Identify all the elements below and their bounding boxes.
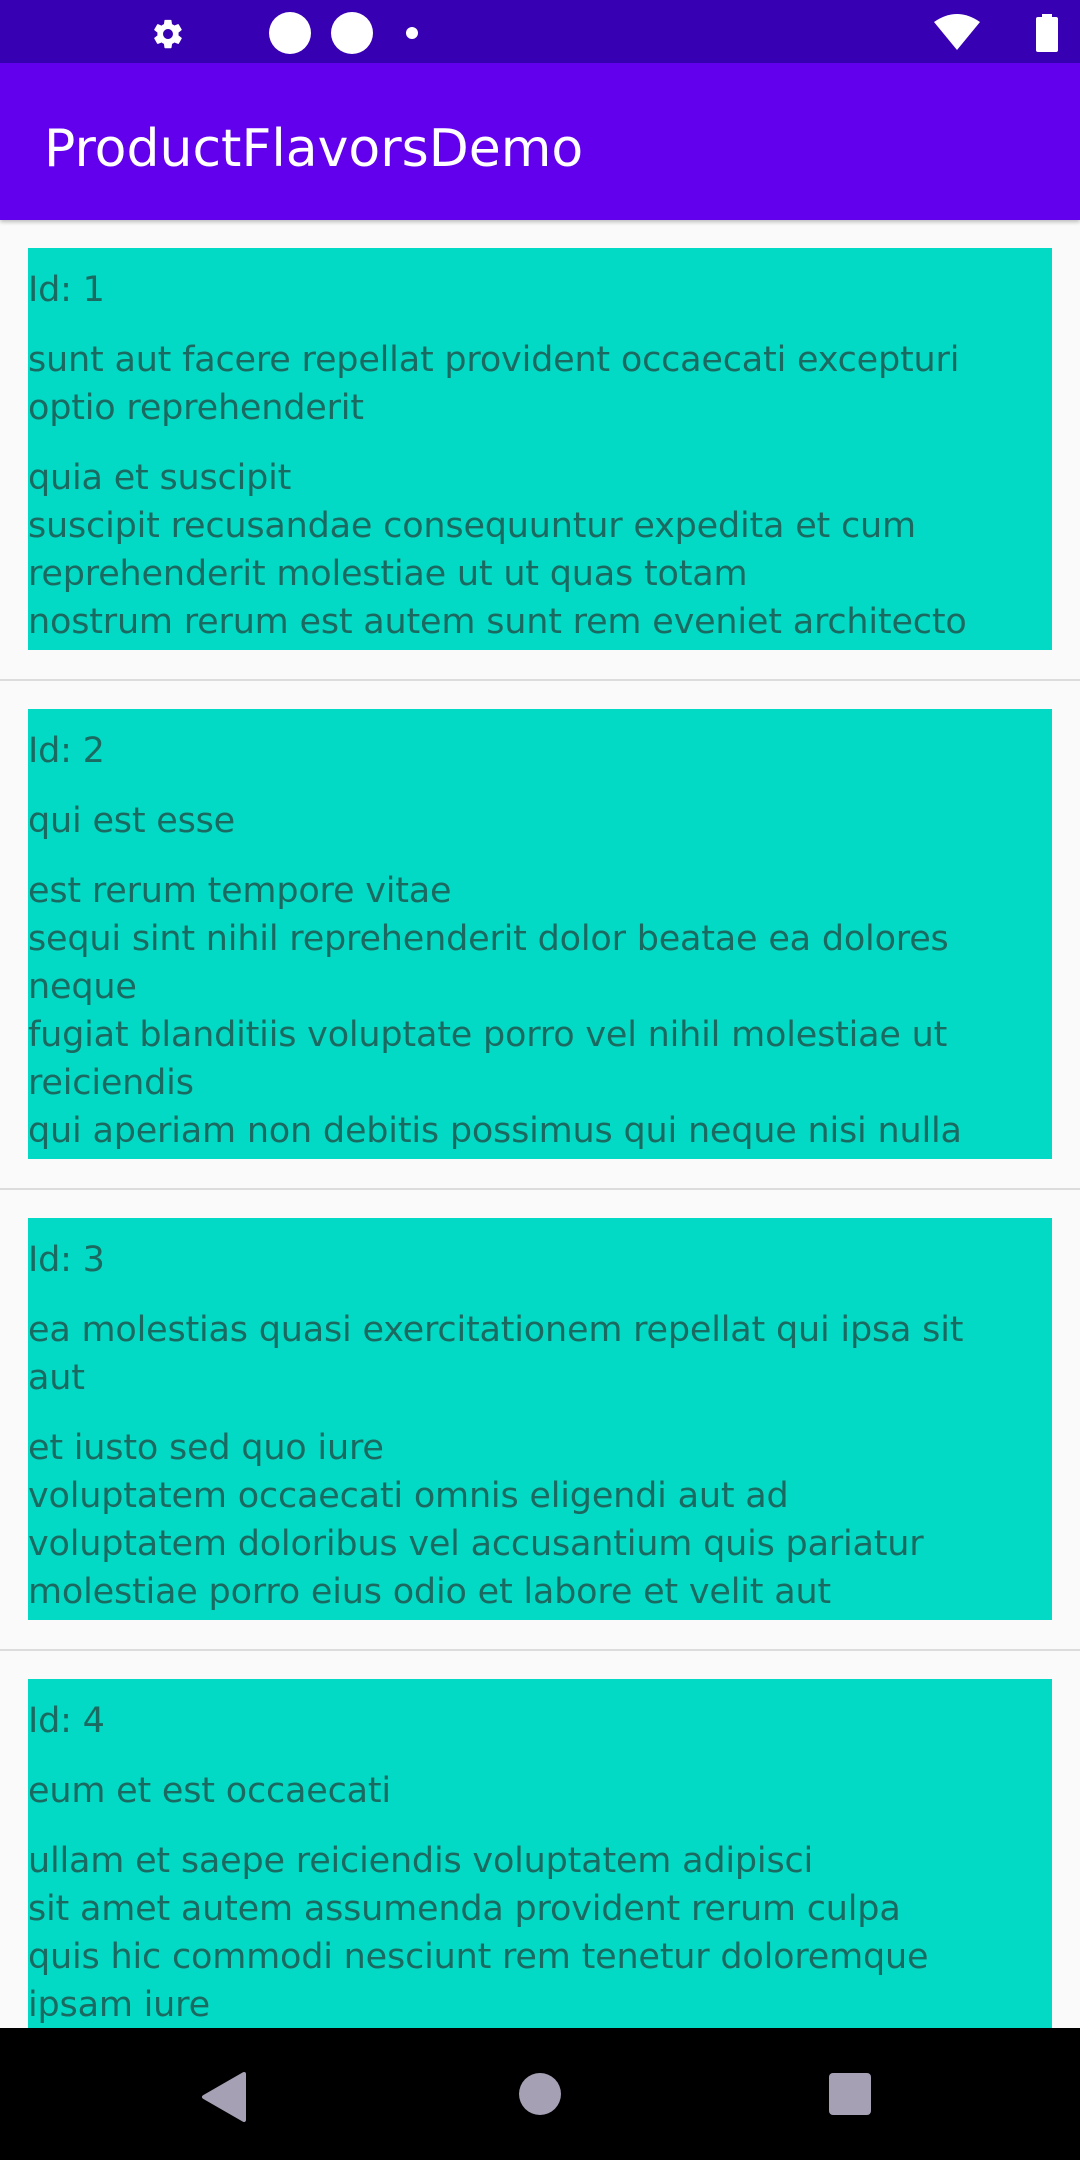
battery-icon: [1036, 14, 1058, 52]
recents-icon[interactable]: [829, 2073, 871, 2115]
list-item[interactable]: Id: 1 sunt aut facere repellat provident…: [0, 220, 1080, 681]
back-icon[interactable]: [200, 2072, 246, 2122]
post-body-line: quia et suscipit: [28, 458, 292, 498]
list-item[interactable]: Id: 2 qui est esse est rerum tempore vit…: [0, 681, 1080, 1190]
post-list[interactable]: Id: 1 sunt aut facere repellat provident…: [0, 220, 1080, 2028]
post-title-line: eum et est occaecati: [28, 1771, 391, 1811]
post-body-line: voluptatem doloribus vel accusantium qui…: [28, 1524, 924, 1564]
post-title-line: optio reprehenderit: [28, 388, 364, 428]
status-bar: [0, 0, 1080, 63]
post-body-line: reiciendis: [28, 1063, 194, 1103]
post-body-line: neque: [28, 967, 137, 1007]
circle-icon: [331, 12, 373, 54]
post-id: Id: 4: [28, 1701, 105, 1741]
app-title: ProductFlavorsDemo: [44, 119, 584, 179]
list-item[interactable]: Id: 4 eum et est occaecati ullam et saep…: [0, 1651, 1080, 2028]
post-body-line: nostrum rerum est autem sunt rem eveniet…: [28, 602, 967, 642]
post-body-line: ullam et saepe reiciendis voluptatem adi…: [28, 1841, 814, 1881]
post-body-line: suscipit recusandae consequuntur expedit…: [28, 506, 916, 546]
post-body-line: reprehenderit molestiae ut ut quas totam: [28, 554, 748, 594]
gear-icon: [154, 19, 182, 49]
post-body-line: sequi sint nihil reprehenderit dolor bea…: [28, 919, 949, 959]
navigation-bar: [0, 2028, 1080, 2160]
post-body-line: et iusto sed quo iure: [28, 1428, 384, 1468]
dot-icon: [406, 27, 418, 39]
post-body-line: voluptatem occaecati omnis eligendi aut …: [28, 1476, 789, 1516]
post-card[interactable]: Id: 3 ea molestias quasi exercitationem …: [28, 1218, 1052, 1620]
app-bar: ProductFlavorsDemo: [0, 63, 1080, 220]
post-title-line: sunt aut facere repellat provident occae…: [28, 340, 960, 380]
post-body-line: fugiat blanditiis voluptate porro vel ni…: [28, 1015, 948, 1055]
list-item[interactable]: Id: 3 ea molestias quasi exercitationem …: [0, 1190, 1080, 1651]
home-icon[interactable]: [518, 2072, 562, 2116]
post-card[interactable]: Id: 2 qui est esse est rerum tempore vit…: [28, 709, 1052, 1159]
wifi-icon: [934, 14, 980, 50]
post-title-line: aut: [28, 1358, 85, 1398]
post-card[interactable]: Id: 4 eum et est occaecati ullam et saep…: [28, 1679, 1052, 2028]
post-body-line: est rerum tempore vitae: [28, 871, 452, 911]
post-id: Id: 2: [28, 731, 105, 771]
post-body-line: quis hic commodi nesciunt rem tenetur do…: [28, 1937, 929, 1977]
post-body-line: qui aperiam non debitis possimus qui neq…: [28, 1111, 962, 1151]
post-body-line: sit amet autem assumenda provident rerum…: [28, 1889, 901, 1929]
circle-icon: [269, 12, 311, 54]
post-body-line: ipsam iure: [28, 1985, 210, 2025]
post-title-line: ea molestias quasi exercitationem repell…: [28, 1310, 964, 1350]
post-id: Id: 3: [28, 1240, 105, 1280]
post-title-line: qui est esse: [28, 801, 236, 841]
post-body-line: molestiae porro eius odio et labore et v…: [28, 1572, 831, 1612]
post-id: Id: 1: [28, 270, 105, 310]
post-card[interactable]: Id: 1 sunt aut facere repellat provident…: [28, 248, 1052, 650]
